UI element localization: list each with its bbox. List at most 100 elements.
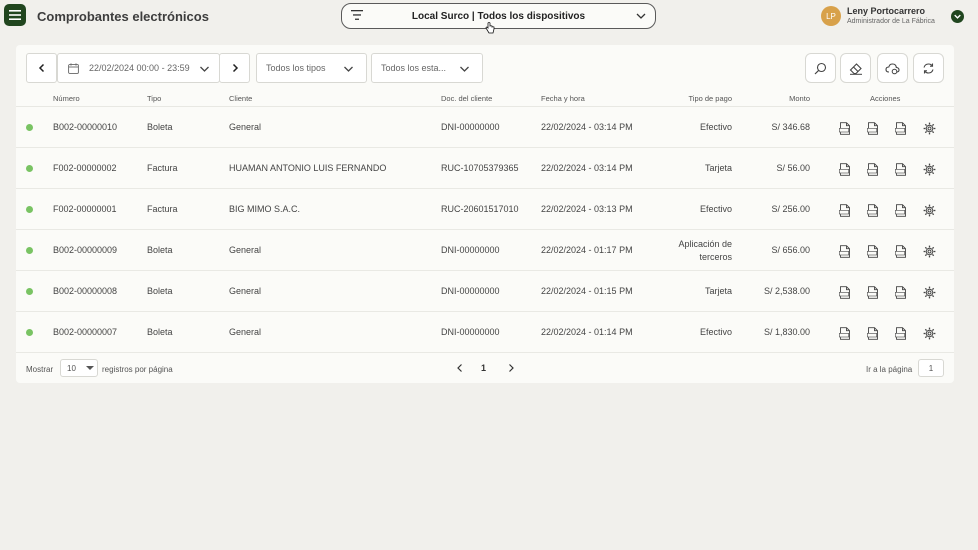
cell-fecha: 22/02/2024 - 01:14 PM — [541, 327, 633, 337]
table-row[interactable]: B002-00000010 Boleta General DNI-00000000 22… — [16, 107, 954, 148]
date-range-picker[interactable]: 22/02/2024 00:00 - 23:59 — [57, 53, 220, 83]
pdf-icon — [839, 285, 850, 299]
xml-icon — [867, 244, 878, 258]
refresh-button[interactable] — [913, 53, 944, 83]
settings-button[interactable] — [920, 160, 938, 178]
table-row[interactable]: B002-00000007 Boleta General DNI-00000000 22… — [16, 312, 954, 353]
gear-icon — [923, 163, 935, 175]
cell-pago: Efectivo — [699, 122, 732, 132]
xml-icon — [867, 121, 878, 135]
prev-page-button[interactable] — [453, 360, 467, 376]
pdf-button[interactable] — [836, 324, 854, 342]
current-page[interactable]: 1 — [481, 363, 486, 373]
col-monto[interactable]: Monto — [789, 94, 810, 103]
hand-cursor-icon — [485, 22, 495, 34]
cell-doc: DNI-00000000 — [441, 122, 500, 132]
table-row[interactable]: B002-00000009 Boleta General DNI-00000000 22… — [16, 230, 954, 271]
settings-button[interactable] — [920, 324, 938, 342]
chevron-down-icon — [460, 66, 469, 72]
pdf-button[interactable] — [836, 201, 854, 219]
pdf-button[interactable] — [836, 160, 854, 178]
settings-button[interactable] — [920, 201, 938, 219]
pdf-icon — [839, 244, 850, 258]
cell-fecha: 22/02/2024 - 03:13 PM — [541, 204, 633, 214]
col-acciones: Acciones — [870, 94, 901, 103]
cdr-button[interactable] — [892, 201, 910, 219]
cell-fecha: 22/02/2024 - 01:15 PM — [541, 286, 633, 296]
cdr-button[interactable] — [892, 283, 910, 301]
status-filter[interactable]: Todos los esta... — [371, 53, 483, 83]
type-filter[interactable]: Todos los tipos — [256, 53, 367, 83]
cell-doc: DNI-00000000 — [441, 286, 500, 296]
cell-numero: F002-00000001 — [53, 204, 117, 214]
cell-doc: RUC-20601517010 — [441, 204, 519, 214]
pdf-button[interactable] — [836, 119, 854, 137]
next-page-button[interactable] — [504, 360, 518, 376]
cdr-button[interactable] — [892, 119, 910, 137]
user-role: Administrador de La Fábrica — [847, 18, 935, 25]
row-actions — [836, 119, 936, 137]
cell-monto: S/ 56.00 — [776, 163, 810, 173]
menu-button[interactable] — [4, 4, 26, 26]
search-button[interactable] — [805, 53, 836, 83]
goto-page-input[interactable]: 1 — [918, 359, 944, 377]
table-header: Número Tipo Cliente Doc. del cliente Fec… — [16, 91, 954, 107]
cloud-sync-button[interactable] — [877, 53, 908, 83]
table-row[interactable]: F002-00000002 Factura HUAMAN ANTONIO LUIS … — [16, 148, 954, 189]
cell-fecha: 22/02/2024 - 03:14 PM — [541, 163, 633, 173]
xml-button[interactable] — [864, 324, 882, 342]
status-dot — [26, 329, 33, 336]
clear-filters-button[interactable] — [840, 53, 871, 83]
cell-doc: DNI-00000000 — [441, 327, 500, 337]
xml-button[interactable] — [864, 160, 882, 178]
cdr-icon — [895, 162, 906, 176]
gear-icon — [923, 327, 935, 339]
col-tipo-pago[interactable]: Tipo de pago — [688, 94, 732, 103]
cell-tipo: Factura — [147, 163, 178, 173]
filter-icon — [351, 10, 363, 20]
col-doc-cliente[interactable]: Doc. del cliente — [441, 94, 492, 103]
xml-button[interactable] — [864, 283, 882, 301]
settings-button[interactable] — [920, 242, 938, 260]
cdr-button[interactable] — [892, 160, 910, 178]
cell-pago: Tarjeta — [704, 163, 732, 173]
settings-button[interactable] — [920, 283, 938, 301]
per-page-select[interactable]: 10 — [60, 359, 98, 377]
xml-icon — [867, 162, 878, 176]
cdr-icon — [895, 244, 906, 258]
pdf-button[interactable] — [836, 283, 854, 301]
xml-button[interactable] — [864, 119, 882, 137]
avatar[interactable]: LP — [821, 6, 841, 26]
hamburger-icon — [9, 10, 21, 20]
table-row[interactable]: F002-00000001 Factura BIG MIMO S.A.C. RUC-2… — [16, 189, 954, 230]
settings-button[interactable] — [920, 119, 938, 137]
pdf-icon — [839, 326, 850, 340]
store-selector[interactable]: Local Surco | Todos los dispositivos — [341, 3, 656, 29]
cdr-button[interactable] — [892, 242, 910, 260]
user-menu-button[interactable] — [951, 10, 964, 23]
xml-button[interactable] — [864, 201, 882, 219]
cell-cliente: HUAMAN ANTONIO LUIS FERNANDO — [229, 163, 387, 173]
cell-numero: B002-00000010 — [53, 122, 118, 132]
cell-doc: RUC-10705379365 — [441, 163, 519, 173]
col-cliente[interactable]: Cliente — [229, 94, 252, 103]
refresh-icon — [923, 62, 934, 74]
status-dot — [26, 124, 33, 131]
cdr-icon — [895, 121, 906, 135]
col-numero[interactable]: Número — [53, 94, 80, 103]
pdf-button[interactable] — [836, 242, 854, 260]
col-tipo[interactable]: Tipo — [147, 94, 161, 103]
pdf-icon — [839, 162, 850, 176]
date-prev-button[interactable] — [26, 53, 57, 83]
user-name: Leny Portocarrero — [847, 6, 926, 16]
cdr-button[interactable] — [892, 324, 910, 342]
cell-tipo: Boleta — [147, 122, 173, 132]
xml-icon — [867, 203, 878, 217]
chevron-right-icon — [232, 63, 238, 73]
table-row[interactable]: B002-00000008 Boleta General DNI-00000000 22… — [16, 271, 954, 312]
date-next-button[interactable] — [219, 53, 250, 83]
goto-page-label: Ir a la página — [866, 365, 913, 374]
row-actions — [836, 283, 936, 301]
xml-button[interactable] — [864, 242, 882, 260]
col-fecha[interactable]: Fecha y hora — [541, 94, 585, 103]
